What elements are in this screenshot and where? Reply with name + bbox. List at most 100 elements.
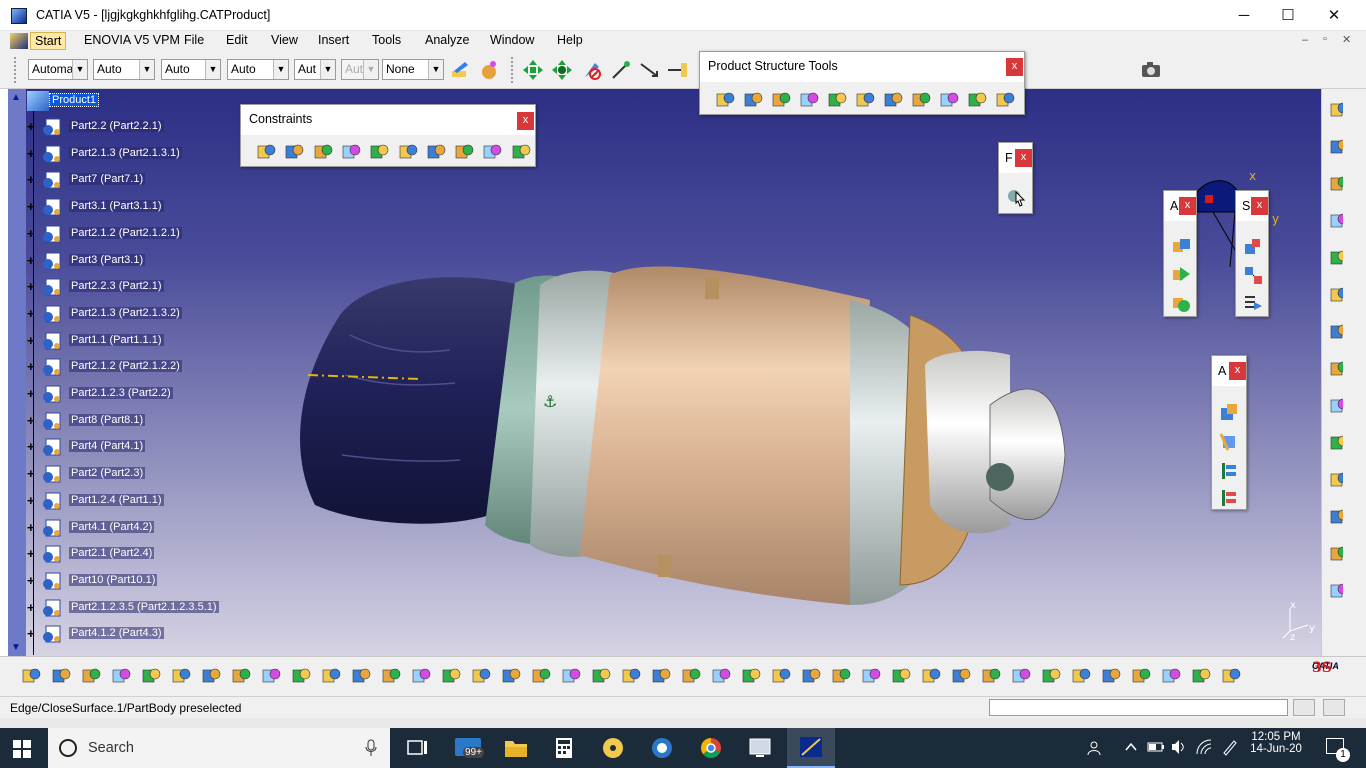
shading-icon[interactable]: [800, 665, 822, 687]
f-toolbar-close-button[interactable]: x: [1015, 149, 1032, 167]
power-input-button[interactable]: [1293, 699, 1315, 716]
lock-icon[interactable]: [470, 665, 492, 687]
distance-analysis-icon[interactable]: [1218, 460, 1240, 482]
menu-tools[interactable]: Tools: [372, 33, 401, 47]
whats-this-icon[interactable]: [290, 665, 312, 687]
menu-analyze[interactable]: Analyze: [425, 33, 469, 47]
expand-icon[interactable]: +: [27, 307, 38, 320]
offset-constraint-icon[interactable]: [312, 141, 334, 163]
selective-load-icon[interactable]: [938, 89, 960, 111]
product-structure-close-button[interactable]: x: [1006, 58, 1023, 76]
explode-icon[interactable]: [1242, 264, 1264, 286]
volume-icon[interactable]: [1170, 738, 1188, 756]
apply-material-icon[interactable]: [478, 59, 500, 81]
fill-color-combo[interactable]: Automa ▼: [28, 59, 88, 80]
mail-app[interactable]: 99+: [455, 734, 489, 762]
menu-view[interactable]: View: [271, 33, 298, 47]
angle-constraint-icon[interactable]: [340, 141, 362, 163]
iso-view-icon[interactable]: [770, 665, 792, 687]
tree-scrollbar[interactable]: ▲ ▼: [8, 89, 26, 656]
doc-restore-button[interactable]: ▫: [1323, 33, 1327, 45]
catalog-icon[interactable]: [440, 665, 462, 687]
compass-move-icon[interactable]: [551, 59, 573, 81]
insert-product-icon[interactable]: [742, 89, 764, 111]
coincidence-constraint-icon[interactable]: [255, 141, 277, 163]
publication-icon[interactable]: [380, 665, 402, 687]
file-explorer-icon[interactable]: [503, 736, 529, 760]
expand-icon[interactable]: +: [27, 440, 38, 453]
expand-icon[interactable]: +: [27, 547, 38, 560]
zoom-in-icon[interactable]: [650, 665, 672, 687]
rotate-icon[interactable]: [620, 665, 642, 687]
doc-minimize-button[interactable]: –: [1302, 34, 1308, 46]
refresh-icon[interactable]: [1220, 665, 1242, 687]
symmetry-icon[interactable]: [1170, 292, 1192, 314]
linetype-combo[interactable]: Auto ▼: [227, 59, 289, 80]
update-icon[interactable]: [500, 665, 522, 687]
expand-icon[interactable]: +: [27, 627, 38, 640]
menu-file[interactable]: File: [184, 33, 204, 47]
measure-icon[interactable]: [638, 59, 660, 81]
snap-icon[interactable]: [610, 59, 632, 81]
stop-manipulate-icon[interactable]: [1242, 292, 1264, 314]
split-icon[interactable]: [666, 59, 688, 81]
network-icon[interactable]: [1195, 738, 1213, 756]
graph-tree-reordering-icon[interactable]: [882, 89, 904, 111]
distance-icon[interactable]: [1100, 665, 1122, 687]
clash-analysis-icon[interactable]: [1040, 665, 1062, 687]
measure-item-icon[interactable]: [1160, 665, 1182, 687]
table-icon[interactable]: [410, 665, 432, 687]
expand-icon[interactable]: +: [27, 254, 38, 267]
fix-together-icon[interactable]: [397, 141, 419, 163]
contact-constraint-icon[interactable]: [283, 141, 305, 163]
expand-icon[interactable]: +: [27, 467, 38, 480]
multi-instantiation-icon[interactable]: [994, 89, 1016, 111]
constraint-analysis-icon[interactable]: [1010, 665, 1032, 687]
expand-icon[interactable]: +: [27, 494, 38, 507]
pan-view-icon[interactable]: [590, 665, 612, 687]
point-symbol-combo[interactable]: Aut ▼: [294, 59, 336, 80]
formula-icon[interactable]: [320, 665, 342, 687]
snap-compass-icon[interactable]: [950, 665, 972, 687]
reuse-pattern-icon[interactable]: [510, 141, 532, 163]
expand-icon[interactable]: +: [27, 280, 38, 293]
quick-constraint-icon[interactable]: [425, 141, 447, 163]
maximize-button[interactable]: ☐: [1265, 0, 1311, 31]
reuse-pattern-icon[interactable]: [1170, 264, 1192, 286]
battery-icon[interactable]: [1147, 740, 1165, 754]
normal-view-icon[interactable]: [710, 665, 732, 687]
change-constraint-icon[interactable]: [481, 141, 503, 163]
painter-icon[interactable]: [449, 59, 471, 81]
menu-help[interactable]: Help: [557, 33, 583, 47]
camera-icon[interactable]: [1140, 59, 1162, 81]
assembly-constraint-icon[interactable]: [1170, 236, 1192, 258]
redo-icon[interactable]: [260, 665, 282, 687]
manipulation-icon[interactable]: [920, 665, 942, 687]
windows-start-icon[interactable]: [13, 740, 31, 758]
insert-part-icon[interactable]: [770, 89, 792, 111]
expand-icon[interactable]: +: [27, 147, 38, 160]
multi-view-icon[interactable]: [740, 665, 762, 687]
doc-close-button[interactable]: ✕: [1342, 33, 1351, 46]
catia-taskbar-item[interactable]: [787, 728, 835, 768]
expand-icon[interactable]: +: [27, 360, 38, 373]
scene-icon[interactable]: [1242, 236, 1264, 258]
line-thickness-combo[interactable]: Auto ▼: [161, 59, 221, 80]
existing-component-icon[interactable]: [798, 89, 820, 111]
explode-icon[interactable]: [980, 665, 1002, 687]
expand-icon[interactable]: +: [27, 521, 38, 534]
expand-icon[interactable]: +: [27, 387, 38, 400]
render-icon[interactable]: [830, 665, 852, 687]
a2-toolbar-close-button[interactable]: x: [1229, 362, 1246, 380]
pen-workspace-icon[interactable]: [1221, 738, 1239, 756]
remote-desktop-icon[interactable]: [747, 736, 773, 760]
copy-icon[interactable]: [170, 665, 192, 687]
scroll-up-arrow[interactable]: ▲: [11, 92, 21, 103]
undo-icon[interactable]: [230, 665, 252, 687]
existing-positioning-icon[interactable]: [826, 89, 848, 111]
clash-icon[interactable]: [1218, 401, 1240, 423]
flexible-subassembly-icon[interactable]: [453, 141, 475, 163]
print-icon[interactable]: [110, 665, 132, 687]
chevron-up-icon[interactable]: [1124, 741, 1138, 753]
fly-mode-icon[interactable]: [530, 665, 552, 687]
